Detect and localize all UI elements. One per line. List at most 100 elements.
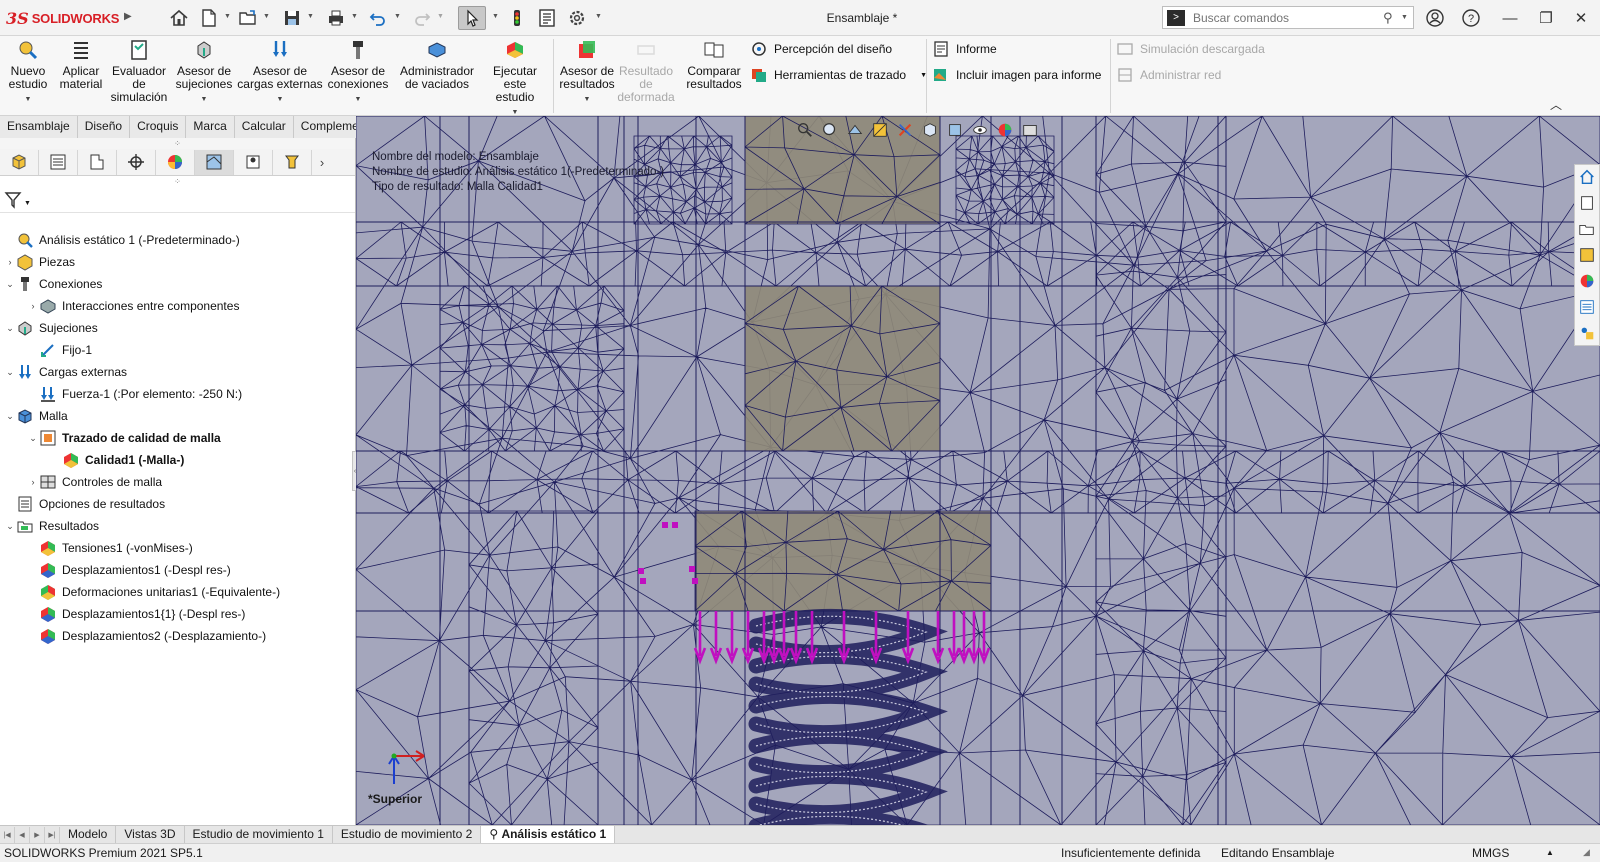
view-palette-icon[interactable]	[1575, 243, 1599, 267]
rebuild-icon[interactable]	[506, 6, 528, 30]
asesor-sujeciones-button[interactable]: Asesor de sujeciones ▼	[172, 38, 236, 106]
display-manager-tab[interactable]	[156, 149, 195, 175]
previous-tab-icon[interactable]: ◀	[15, 826, 30, 843]
next-tab-icon[interactable]: ▶	[30, 826, 45, 843]
configuration-manager-tab[interactable]	[78, 149, 117, 175]
filter-icon[interactable]	[4, 190, 24, 210]
collapse-icon[interactable]: ⌄	[4, 367, 16, 378]
user-account-icon[interactable]	[1424, 7, 1446, 29]
tab-dise-o[interactable]: Diseño	[78, 116, 131, 138]
save-icon[interactable]	[280, 6, 304, 30]
tree-item-sujeciones[interactable]: ⌄ Sujeciones	[4, 318, 98, 338]
asesor-cargas-button[interactable]: Asesor de cargas externas ▼	[236, 38, 324, 106]
print-dropdown-icon[interactable]: ▼	[351, 13, 358, 20]
print-icon[interactable]	[324, 6, 348, 30]
bottom-tab-5[interactable]: ⚲ Análisis estático 1	[481, 826, 616, 843]
search-input[interactable]	[1185, 7, 1383, 28]
resources-icon[interactable]	[1575, 165, 1599, 189]
units-dropdown-icon[interactable]: ▲	[1546, 848, 1554, 857]
open-icon[interactable]	[236, 6, 260, 30]
tab-ensamblaje[interactable]: Ensamblaje	[0, 116, 78, 138]
manage-network-button[interactable]: Administrar red	[1116, 64, 1221, 86]
file-explorer-icon[interactable]	[1575, 217, 1599, 241]
tree-item-cargas[interactable]: ⌄ Cargas externas	[4, 362, 127, 382]
tree-item-tensiones[interactable]: Tensiones1 (-vonMises-)	[27, 538, 193, 558]
tab-marca[interactable]: Marca	[186, 116, 235, 138]
undo-dropdown-icon[interactable]: ▼	[394, 13, 401, 20]
collapse-icon[interactable]: ⌄	[4, 521, 16, 532]
edit-appearance-icon[interactable]	[994, 119, 1016, 141]
last-tab-icon[interactable]: ▶|	[45, 826, 60, 843]
asesor-resultados-button[interactable]: Asesor de resultados ▼	[556, 38, 618, 106]
tree-item-fuerza[interactable]: Fuerza-1 (:Por elemento: -250 N:)	[27, 384, 242, 404]
tree-item-despl1[interactable]: Desplazamientos1 (-Despl res-)	[27, 560, 231, 580]
tree-item-conexiones[interactable]: ⌄ Conexiones	[4, 274, 102, 294]
expand-icon[interactable]: ›	[27, 301, 39, 311]
filter-dropdown-icon[interactable]: ▼	[24, 200, 31, 207]
nuevo-estudio-dropdown-icon[interactable]: ▼	[25, 93, 32, 106]
new-dropdown-icon[interactable]: ▼	[224, 13, 231, 20]
apply-scene-icon[interactable]	[1019, 119, 1041, 141]
filter-row[interactable]: ▼	[0, 187, 355, 213]
ejecutar-button[interactable]: Ejecutar este estudio ▼	[480, 38, 550, 119]
tree-item-controles[interactable]: › Controles de malla	[27, 472, 163, 492]
section-view-icon[interactable]	[869, 119, 891, 141]
asesor-sujeciones-dropdown-icon[interactable]: ▼	[201, 93, 208, 106]
tree-item-root[interactable]: Análisis estático 1 (-Predeterminado-)	[4, 230, 240, 250]
help-icon[interactable]: ?	[1460, 7, 1482, 29]
asesor-conexiones-button[interactable]: Asesor de conexiones ▼	[326, 38, 390, 106]
dynamic-annotation-icon[interactable]	[894, 119, 916, 141]
display-style-icon[interactable]	[944, 119, 966, 141]
tree-item-interacciones[interactable]: › Interacciones entre componentes	[27, 296, 239, 316]
minimize-icon[interactable]: —	[1499, 7, 1521, 29]
tree-item-malla[interactable]: ⌄ Malla	[4, 406, 68, 426]
redo-dropdown-icon[interactable]: ▼	[437, 13, 444, 20]
options-dropdown-icon[interactable]: ▼	[595, 13, 602, 20]
include-image-button[interactable]: Incluir imagen para informe	[932, 64, 1101, 86]
redo-icon[interactable]	[410, 6, 434, 30]
tree-item-despl2[interactable]: Desplazamientos2 (-Desplazamiento-)	[27, 626, 266, 646]
plot-tools-button[interactable]: Herramientas de trazado ▼	[750, 64, 927, 86]
bottom-tab-3[interactable]: Estudio de movimiento 1	[185, 826, 333, 843]
resultado-deformada-button[interactable]: Resultado de deformada	[617, 38, 675, 104]
open-dropdown-icon[interactable]: ▼	[263, 13, 270, 20]
search-icon[interactable]: ⚲	[1383, 10, 1401, 26]
select-dropdown-icon[interactable]: ▼	[492, 13, 499, 20]
tool-tab[interactable]	[273, 149, 312, 175]
close-icon[interactable]: ✕	[1570, 7, 1592, 29]
select-icon[interactable]	[458, 6, 486, 30]
evaluador-button[interactable]: Evaluador de simulación	[108, 38, 170, 104]
plot-tools-dropdown-icon[interactable]: ▼	[920, 72, 927, 79]
tab-croquis[interactable]: Croquis	[130, 116, 187, 138]
save-dropdown-icon[interactable]: ▼	[307, 13, 314, 20]
admin-vaciados-button[interactable]: Administrador de vaciados	[394, 38, 480, 91]
panel-grip-icon[interactable]: ⁘	[0, 138, 355, 149]
search-dropdown-icon[interactable]: ▼	[1401, 14, 1413, 21]
menu-expand-icon[interactable]: ▶	[124, 11, 132, 22]
solidworks-forum-icon[interactable]	[1575, 321, 1599, 345]
tree-item-piezas[interactable]: › Piezas	[4, 252, 75, 272]
panel-grip-icon[interactable]: ⁘	[0, 176, 355, 187]
collapse-icon[interactable]: ⌄	[27, 433, 39, 444]
dimxpert-tab[interactable]	[117, 149, 156, 175]
asesor-cargas-dropdown-icon[interactable]: ▼	[277, 93, 284, 106]
tree-item-calidad[interactable]: Calidad1 (-Malla-)	[50, 450, 184, 470]
feature-manager-tab[interactable]	[0, 149, 39, 175]
hide-show-icon[interactable]	[969, 119, 991, 141]
custom-properties-icon[interactable]	[1575, 295, 1599, 319]
expand-icon[interactable]: ›	[27, 477, 39, 487]
file-properties-icon[interactable]	[536, 6, 558, 30]
restore-icon[interactable]: ❐	[1535, 7, 1557, 29]
zoom-area-icon[interactable]	[819, 119, 841, 141]
mesh-plot[interactable]	[356, 116, 1600, 825]
search-box[interactable]: > ⚲ ▼	[1162, 6, 1414, 29]
unit-system-text[interactable]: MMGS	[1472, 846, 1509, 860]
more-tabs-icon[interactable]: ›	[312, 155, 332, 170]
report-button[interactable]: Informe	[932, 38, 997, 60]
tree-item-opciones[interactable]: Opciones de resultados	[4, 494, 165, 514]
cam-tab[interactable]	[234, 149, 273, 175]
collapse-icon[interactable]: ⌄	[4, 411, 16, 422]
simulation-tab[interactable]	[195, 149, 234, 175]
nuevo-estudio-button[interactable]: Nuevo estudio ▼	[4, 38, 52, 106]
design-insight-button[interactable]: Percepción del diseño	[750, 38, 892, 60]
